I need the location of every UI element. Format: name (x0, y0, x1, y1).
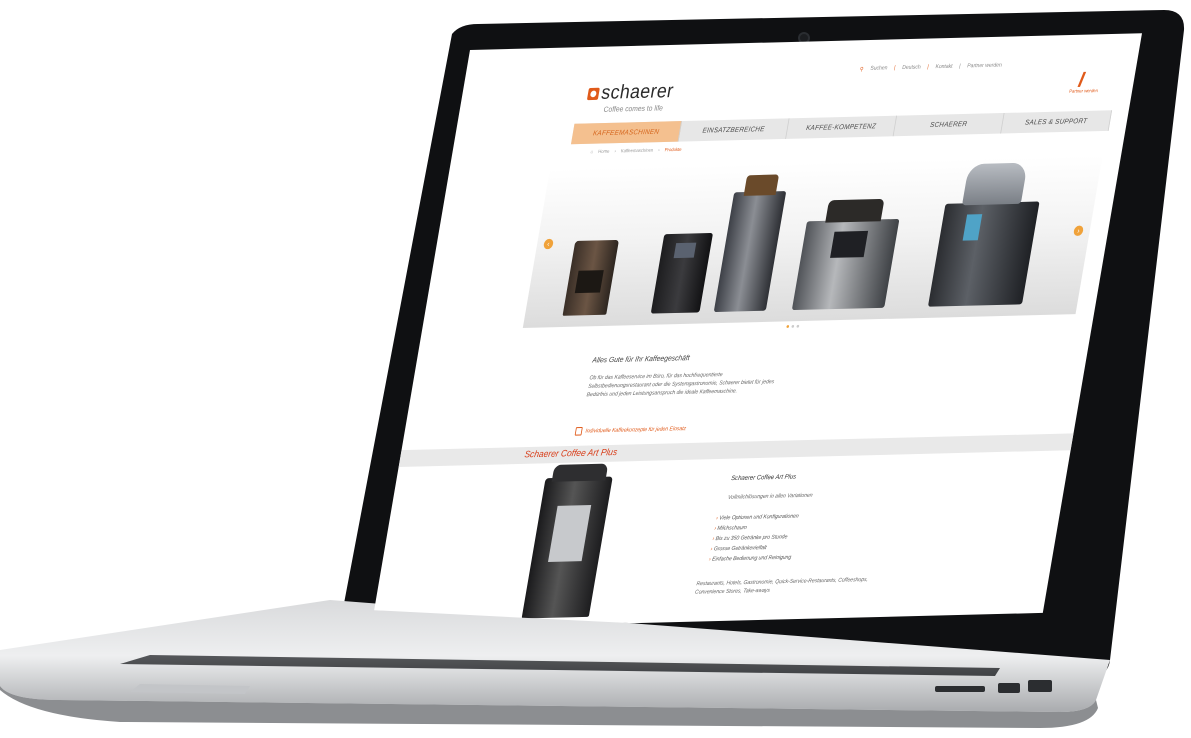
concepts-link-label: Individuelle Kaffeekonzepte für jeden Ei… (584, 425, 687, 434)
partner-icon (1077, 71, 1095, 87)
coffee-machine-image (713, 191, 787, 313)
nav-tab-kaffeemaschinen[interactable]: KAFFEEMASCHINEN (570, 121, 682, 145)
feature-list: Viele Optionen und Konfigurationen Milch… (708, 512, 799, 565)
website-viewport: schaerer Coffee comes to life ⚲ Suchen |… (370, 33, 1142, 630)
carousel-indicators (786, 324, 800, 328)
coffee-machine-image (562, 239, 619, 316)
contact-link[interactable]: Kontakt (935, 64, 953, 71)
product-use-cases: Restaurants, Hotels, Gastronomie, Quick-… (694, 577, 869, 596)
coffee-machine-image (927, 201, 1040, 307)
search-link[interactable]: Suchen (870, 66, 888, 73)
breadcrumb: ⌂ Home › Kaffeemaschinen › Produkte (590, 147, 682, 155)
nav-tab-einsatzbereiche[interactable]: EINSATZBEREICHE (678, 118, 790, 142)
logo-mark-icon (586, 87, 600, 101)
brand-tagline: Coffee comes to life (602, 103, 664, 114)
feature-item: Einfache Bedienung und Reinigung (708, 553, 792, 565)
language-link[interactable]: Deutsch (901, 65, 921, 72)
carousel-dot[interactable] (786, 325, 790, 328)
divider: | (893, 65, 896, 72)
coffee-machine-image (791, 218, 900, 311)
hero-carousel: ‹ › (522, 155, 1103, 328)
breadcrumb-item[interactable]: Kaffeemaschinen (620, 148, 653, 154)
carousel-dot[interactable] (791, 324, 795, 328)
partner-button[interactable]: Partner werden (1066, 71, 1103, 95)
intro-paragraph: Ob für das Kaffeeservice im Büro, für da… (586, 372, 775, 399)
nav-tab-schaerer[interactable]: SCHAERER (893, 112, 1005, 137)
nav-tab-sales-support[interactable]: SALES & SUPPORT (1001, 110, 1113, 134)
carousel-next-button[interactable]: › (1073, 225, 1084, 237)
breadcrumb-item[interactable]: Home (598, 149, 610, 155)
top-utility-bar: ⚲ Suchen | Deutsch | Kontakt | Partner w… (859, 63, 1002, 73)
search-icon[interactable]: ⚲ (859, 66, 864, 73)
carousel-dot[interactable] (796, 324, 800, 328)
feature-item: Viele Optionen und Konfigurationen (715, 512, 799, 524)
intro-heading: Alles Gute für Ihr Kaffeegeschäft (591, 353, 691, 365)
carousel-prev-button[interactable]: ‹ (542, 238, 554, 250)
partner-link[interactable]: Partner werden (967, 63, 1002, 70)
nav-tab-kaffee-kompetenz[interactable]: KAFFEE-KOMPETENZ (786, 115, 898, 139)
logo-text: schaerer (599, 80, 676, 104)
main-navigation: KAFFEEMASCHINEN EINSATZBEREICHE KAFFEE-K… (570, 110, 1113, 145)
product-name: Schaerer Coffee Art Plus (730, 473, 797, 482)
product-image[interactable] (521, 476, 613, 619)
divider: | (958, 63, 961, 70)
partner-label: Partner werden (1068, 88, 1099, 95)
breadcrumb-current: Produkte (664, 147, 682, 154)
breadcrumb-separator: › (657, 147, 661, 154)
concepts-link[interactable]: Individuelle Kaffeekonzepte für jeden Ei… (574, 424, 687, 436)
breadcrumb-home-icon[interactable]: ⌂ (590, 149, 594, 155)
product-subtitle: Vollmilchlösungen in allen Variationen (727, 492, 813, 501)
product-band-title: Schaerer Coffee Art Plus (523, 447, 618, 461)
product-band: Schaerer Coffee Art Plus (398, 433, 1074, 468)
brand-logo[interactable]: schaerer (586, 80, 675, 105)
coffee-machine-image (650, 232, 714, 314)
divider: | (926, 64, 930, 71)
document-icon (574, 427, 583, 436)
breadcrumb-separator: › (613, 148, 617, 155)
